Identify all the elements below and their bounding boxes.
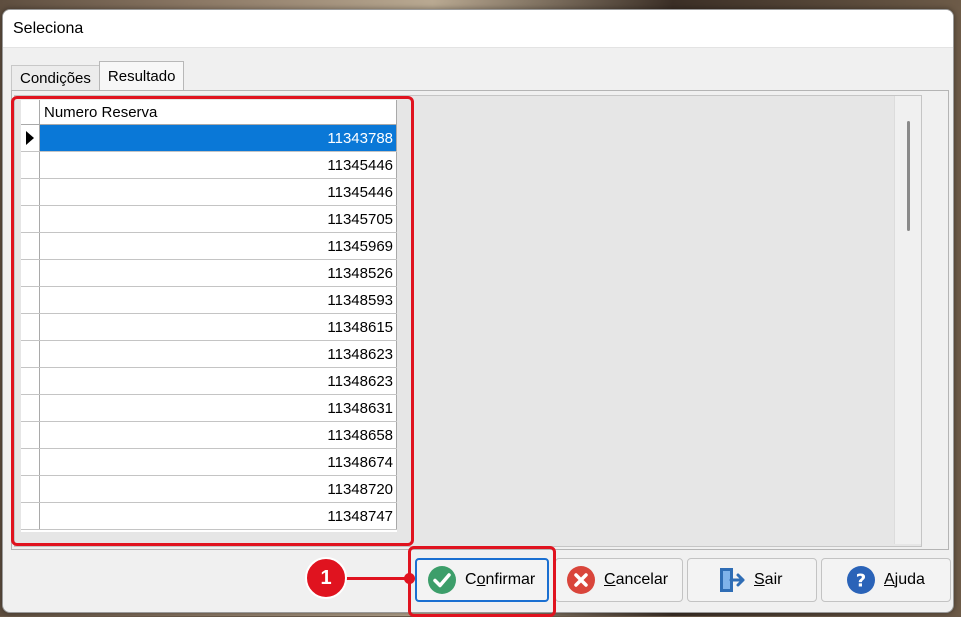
numero-reserva-cell[interactable]: 11348593 <box>40 287 397 313</box>
exit-door-icon <box>716 565 746 595</box>
tab-resultado[interactable]: Resultado <box>98 61 185 90</box>
table-row[interactable]: 11348593 <box>21 287 397 314</box>
table-row[interactable]: 11348747 <box>21 503 397 530</box>
grid-header: Numero Reserva <box>21 100 397 125</box>
numero-reserva-cell[interactable]: 11348526 <box>40 260 397 286</box>
table-row[interactable]: 11348526 <box>21 260 397 287</box>
numero-reserva-cell[interactable]: 11345969 <box>40 233 397 259</box>
tab-condicoes[interactable]: Condições <box>11 65 100 90</box>
column-header-numero-reserva[interactable]: Numero Reserva <box>40 100 397 124</box>
row-indicator[interactable] <box>21 287 40 313</box>
numero-reserva-cell[interactable]: 11348623 <box>40 368 397 394</box>
numero-reserva-cell[interactable]: 11348623 <box>40 341 397 367</box>
row-indicator[interactable] <box>21 152 40 178</box>
table-row[interactable]: 11345446 <box>21 152 397 179</box>
title-bar: Seleciona <box>3 10 953 48</box>
numero-reserva-cell[interactable]: 11348615 <box>40 314 397 340</box>
row-indicator[interactable] <box>21 341 40 367</box>
table-row[interactable]: 11348615 <box>21 314 397 341</box>
confirm-label: Confirmar <box>465 571 536 588</box>
row-indicator[interactable] <box>21 206 40 232</box>
row-indicator[interactable] <box>21 368 40 394</box>
row-indicator[interactable] <box>21 260 40 286</box>
results-grid[interactable]: Numero Reserva 11343788 11345446 11345446 1… <box>21 100 397 532</box>
row-indicator[interactable] <box>21 125 40 151</box>
svg-text:?: ? <box>856 571 866 592</box>
cancel-label: Cancelar <box>604 571 669 588</box>
row-indicator[interactable] <box>21 476 40 502</box>
numero-reserva-cell[interactable]: 11348674 <box>40 449 397 475</box>
numero-reserva-cell[interactable]: 11348747 <box>40 503 397 529</box>
numero-reserva-cell[interactable]: 11348720 <box>40 476 397 502</box>
row-indicator[interactable] <box>21 314 40 340</box>
numero-reserva-cell[interactable]: 11345446 <box>40 179 397 205</box>
numero-reserva-cell[interactable]: 11348631 <box>40 395 397 421</box>
tab-strip: Condições Resultado <box>11 61 185 90</box>
confirm-button[interactable]: Confirmar <box>415 558 549 602</box>
callout-dot <box>404 573 415 584</box>
window-title: Seleciona <box>13 19 84 37</box>
row-indicator[interactable] <box>21 179 40 205</box>
check-icon <box>427 565 457 595</box>
numero-reserva-cell[interactable]: 11345705 <box>40 206 397 232</box>
table-row[interactable]: 11348720 <box>21 476 397 503</box>
table-row[interactable]: 11348658 <box>21 422 397 449</box>
results-grid-area: Numero Reserva 11343788 11345446 11345446 1… <box>14 95 922 547</box>
vertical-scrollbar[interactable] <box>894 96 921 544</box>
row-indicator[interactable] <box>21 449 40 475</box>
help-label: Ajuda <box>884 571 925 588</box>
help-icon: ? <box>846 565 876 595</box>
tab-panel-resultado: Numero Reserva 11343788 11345446 11345446 1… <box>11 90 949 550</box>
row-indicator[interactable] <box>21 233 40 259</box>
scrollbar-thumb[interactable] <box>907 121 910 231</box>
row-indicator[interactable] <box>21 422 40 448</box>
cancel-button[interactable]: Cancelar <box>555 558 683 602</box>
numero-reserva-cell[interactable]: 11343788 <box>40 125 397 151</box>
grid-rows: 11343788 11345446 11345446 11345705 11345969… <box>21 125 397 530</box>
current-row-arrow-icon <box>26 131 34 145</box>
button-bar: Confirmar Cancelar Sair ? Ajuda <box>11 555 951 609</box>
row-indicator[interactable] <box>21 395 40 421</box>
callout-connector <box>346 577 410 580</box>
table-row[interactable]: 11345705 <box>21 206 397 233</box>
help-button[interactable]: ? Ajuda <box>821 558 951 602</box>
table-row[interactable]: 11348623 <box>21 368 397 395</box>
exit-label: Sair <box>754 571 783 588</box>
table-row[interactable]: 11348631 <box>21 395 397 422</box>
numero-reserva-cell[interactable]: 11348658 <box>40 422 397 448</box>
numero-reserva-cell[interactable]: 11345446 <box>40 152 397 178</box>
table-row[interactable]: 11345446 <box>21 179 397 206</box>
table-row[interactable]: 11348623 <box>21 341 397 368</box>
close-icon <box>566 565 596 595</box>
table-row[interactable]: 11343788 <box>21 125 397 152</box>
table-row[interactable]: 11345969 <box>21 233 397 260</box>
exit-button[interactable]: Sair <box>687 558 817 602</box>
callout-badge: 1 <box>305 557 347 599</box>
dialog-window: Seleciona Condições Resultado Numero Res… <box>2 9 954 613</box>
table-row[interactable]: 11348674 <box>21 449 397 476</box>
row-indicator-header <box>21 100 40 124</box>
row-indicator[interactable] <box>21 503 40 529</box>
